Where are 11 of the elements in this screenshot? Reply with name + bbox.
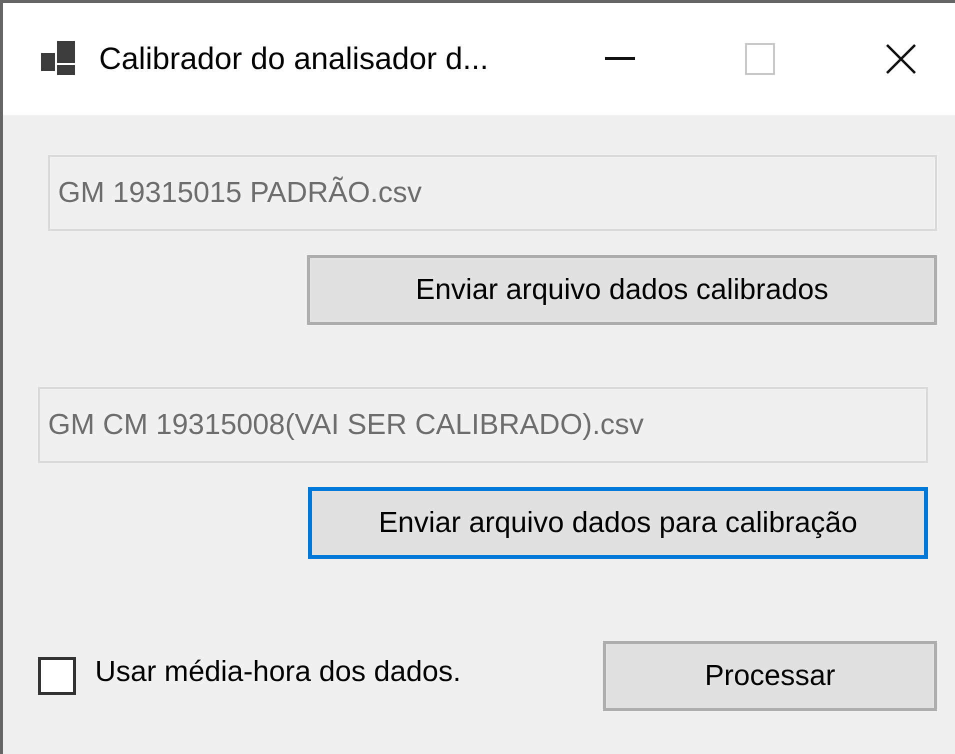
checkbox-label[interactable]: Usar média-hora dos dados. bbox=[95, 656, 461, 688]
close-icon[interactable] bbox=[885, 43, 917, 75]
upload-button[interactable]: Enviar arquivo dados calibrados bbox=[307, 255, 937, 325]
window-title: Calibrador do analisador d... bbox=[99, 41, 490, 77]
app-icon bbox=[41, 41, 77, 77]
file-path-field[interactable]: GM 19315015 PADRÃO.csv bbox=[48, 155, 937, 231]
upload-button[interactable]: Enviar arquivo dados para calibração bbox=[308, 487, 928, 559]
minimize-icon[interactable] bbox=[605, 57, 635, 61]
file-path-field[interactable]: GM CM 19315008(VAI SER CALIBRADO).csv bbox=[38, 387, 928, 463]
process-button[interactable]: Processar bbox=[603, 641, 937, 711]
checkbox[interactable] bbox=[38, 657, 76, 695]
